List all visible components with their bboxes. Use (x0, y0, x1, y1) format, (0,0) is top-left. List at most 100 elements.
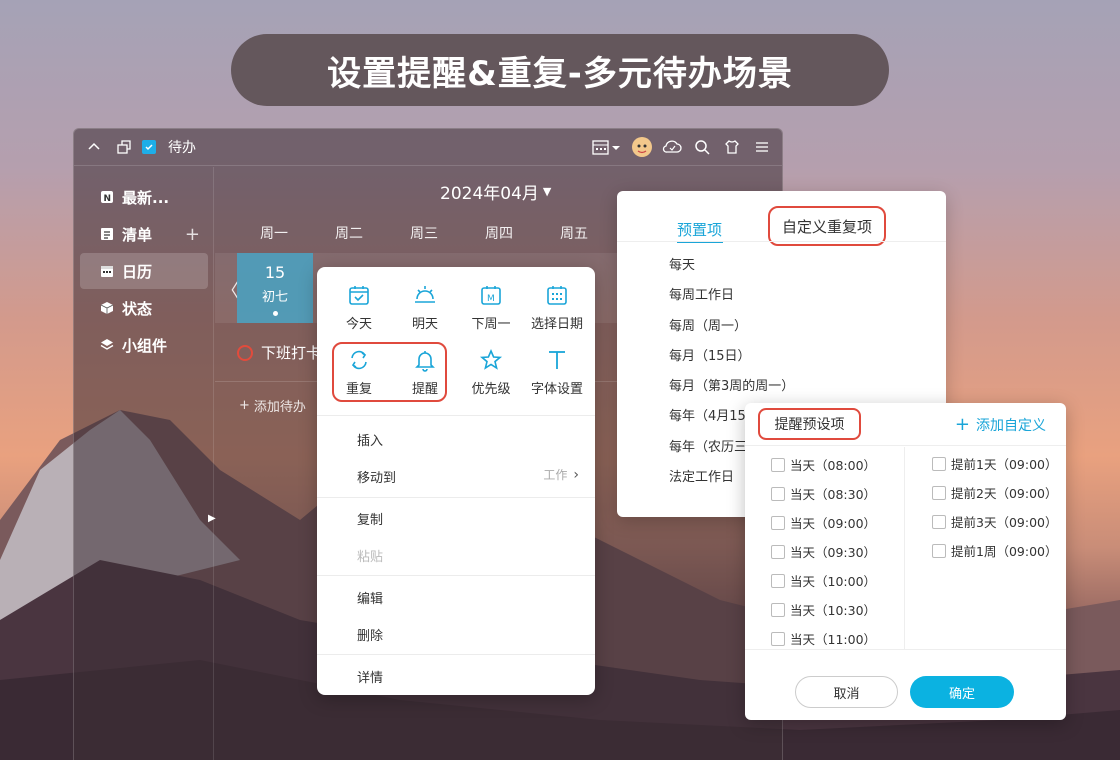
window-mode-icon[interactable] (112, 135, 136, 159)
reminder-option-label: 当天（08:00） (790, 458, 877, 473)
checkbox[interactable] (932, 456, 946, 471)
reminder-option[interactable]: 当天（11:00） (771, 629, 876, 648)
quick-tomorrow[interactable]: 明天 (393, 283, 457, 339)
tab-preset[interactable]: 预置项 (677, 219, 722, 240)
menu-icon[interactable] (750, 135, 774, 159)
cloud-sync-icon[interactable] (660, 135, 684, 159)
quick-priority[interactable]: 优先级 (459, 348, 523, 404)
divider (317, 654, 595, 655)
quick-font-settings[interactable]: 字体设置 (525, 348, 589, 404)
menu-copy[interactable]: 复制 (357, 509, 383, 528)
menu-details[interactable]: 详情 (357, 667, 383, 686)
repeat-option[interactable]: 每天 (669, 254, 695, 273)
checkbox[interactable] (771, 457, 785, 472)
confirm-button[interactable]: 确定 (910, 676, 1014, 708)
reminder-option-label: 当天（09:30） (790, 545, 877, 560)
add-list-button[interactable]: + (185, 224, 200, 245)
reminder-option[interactable]: 当天（08:30） (771, 484, 876, 503)
checkbox[interactable] (771, 486, 785, 501)
sidebar: N 最新... 清单 + 日历 状态 小组件 ▶ (74, 167, 216, 760)
reminder-option[interactable]: 当天（08:00） (771, 455, 876, 474)
sidebar-item-calendar[interactable]: 日历 (80, 253, 208, 289)
reminder-option[interactable]: 提前1周（09:00） (932, 541, 1057, 560)
title-bar: 待办 (74, 129, 782, 166)
todo-item[interactable]: 下班打卡 (237, 342, 321, 363)
sidebar-item-label: 小组件 (122, 336, 168, 355)
calendar-dropdown-icon[interactable] (590, 135, 624, 159)
checkbox[interactable] (771, 515, 785, 530)
menu-move-to[interactable]: 移动到 (357, 467, 396, 486)
cancel-button[interactable]: 取消 (795, 676, 898, 708)
quick-label: 下周一 (471, 317, 511, 332)
add-custom-reminder-button[interactable]: + 添加自定义 (955, 414, 1046, 435)
quick-label: 明天 (411, 317, 438, 332)
highlight-repeat-reminder (332, 342, 447, 402)
reminder-option[interactable]: 当天（10:00） (771, 571, 876, 590)
svg-text:M: M (487, 294, 495, 304)
repeat-option[interactable]: 每月（15日） (669, 345, 751, 364)
tab-custom-repeat[interactable]: 自定义重复项 (768, 206, 886, 246)
sidebar-item-widgets[interactable]: 小组件 (80, 327, 208, 363)
divider (317, 497, 595, 498)
repeat-option[interactable]: 法定工作日 (669, 466, 734, 485)
reminder-option[interactable]: 当天（09:30） (771, 542, 876, 561)
move-target[interactable]: 工作 › (543, 466, 579, 483)
checkbox[interactable] (771, 631, 785, 646)
divider (317, 415, 595, 416)
repeat-option[interactable]: 每年（4月15 (669, 405, 746, 424)
search-icon[interactable] (690, 135, 714, 159)
add-todo-button[interactable]: + 添加待办 (239, 396, 306, 415)
skin-icon[interactable] (720, 135, 744, 159)
repeat-option[interactable]: 每年（农历三 (669, 436, 747, 455)
reminder-option-label: 提前1周（09:00） (951, 544, 1058, 559)
todo-checkbox[interactable] (237, 344, 253, 361)
repeat-option[interactable]: 每周（周一） (669, 315, 747, 334)
quick-next-monday[interactable]: M 下周一 (459, 283, 523, 339)
add-todo-label: 添加待办 (253, 400, 306, 415)
checkbox[interactable] (771, 602, 785, 617)
sidebar-item-label: 清单 (122, 225, 153, 244)
weekday-label: 周三 (410, 226, 438, 242)
collapse-icon[interactable] (82, 135, 106, 159)
move-target-label: 工作 (543, 468, 568, 482)
reminder-option[interactable]: 当天（10:30） (771, 600, 876, 619)
reminder-option-label: 当天（09:00） (790, 516, 877, 531)
checkbox[interactable] (771, 573, 785, 588)
menu-edit[interactable]: 编辑 (357, 588, 383, 607)
weekday-label: 周一 (260, 226, 288, 242)
list-icon (101, 228, 113, 240)
menu-insert[interactable]: 插入 (357, 430, 383, 449)
reminder-presets-title: 提醒预设项 (758, 408, 861, 440)
checkbox[interactable] (771, 544, 785, 559)
weekday-label: 周五 (560, 226, 588, 242)
quick-label: 今天 (345, 317, 372, 332)
quick-pick-date[interactable]: 选择日期 (525, 283, 589, 339)
reminder-option[interactable]: 提前2天（09:00） (932, 483, 1057, 502)
checkbox[interactable] (932, 514, 946, 529)
weekday-label: 周四 (485, 226, 513, 242)
checkbox[interactable] (932, 543, 946, 558)
menu-delete[interactable]: 删除 (357, 625, 383, 644)
selected-date[interactable]: 15 初七 (237, 253, 313, 323)
reminder-option[interactable]: 提前1天（09:00） (932, 454, 1057, 473)
checkbox[interactable] (932, 485, 946, 500)
sidebar-item-label: 状态 (122, 299, 153, 318)
reminder-panel: 提醒预设项 + 添加自定义 当天（08:00） 当天（08:30） 当天（09:… (745, 403, 1066, 720)
weekday-label: 周二 (335, 226, 363, 242)
sidebar-item-latest[interactable]: N 最新... (80, 179, 208, 215)
reminder-option[interactable]: 提前3天（09:00） (932, 512, 1057, 531)
quick-today[interactable]: 今天 (327, 283, 391, 339)
reminder-option-label: 当天（08:30） (790, 487, 877, 502)
banner-title: 设置提醒&重复-多元待办场景 (231, 34, 889, 106)
menu-paste[interactable]: 粘贴 (357, 546, 383, 565)
avatar[interactable] (630, 135, 654, 159)
add-custom-label: 添加自定义 (976, 417, 1046, 434)
repeat-option[interactable]: 每月（第3周的周一） (669, 375, 794, 394)
sidebar-item-list[interactable]: 清单 + (80, 216, 208, 252)
month-selector[interactable]: 2024年04月 ▼ (440, 179, 551, 204)
reminder-option[interactable]: 当天（09:00） (771, 513, 876, 532)
todo-check-icon[interactable] (142, 140, 156, 154)
reminder-option-label: 提前2天（09:00） (951, 486, 1058, 501)
repeat-option[interactable]: 每周工作日 (669, 284, 734, 303)
sidebar-item-status[interactable]: 状态 (80, 290, 208, 326)
